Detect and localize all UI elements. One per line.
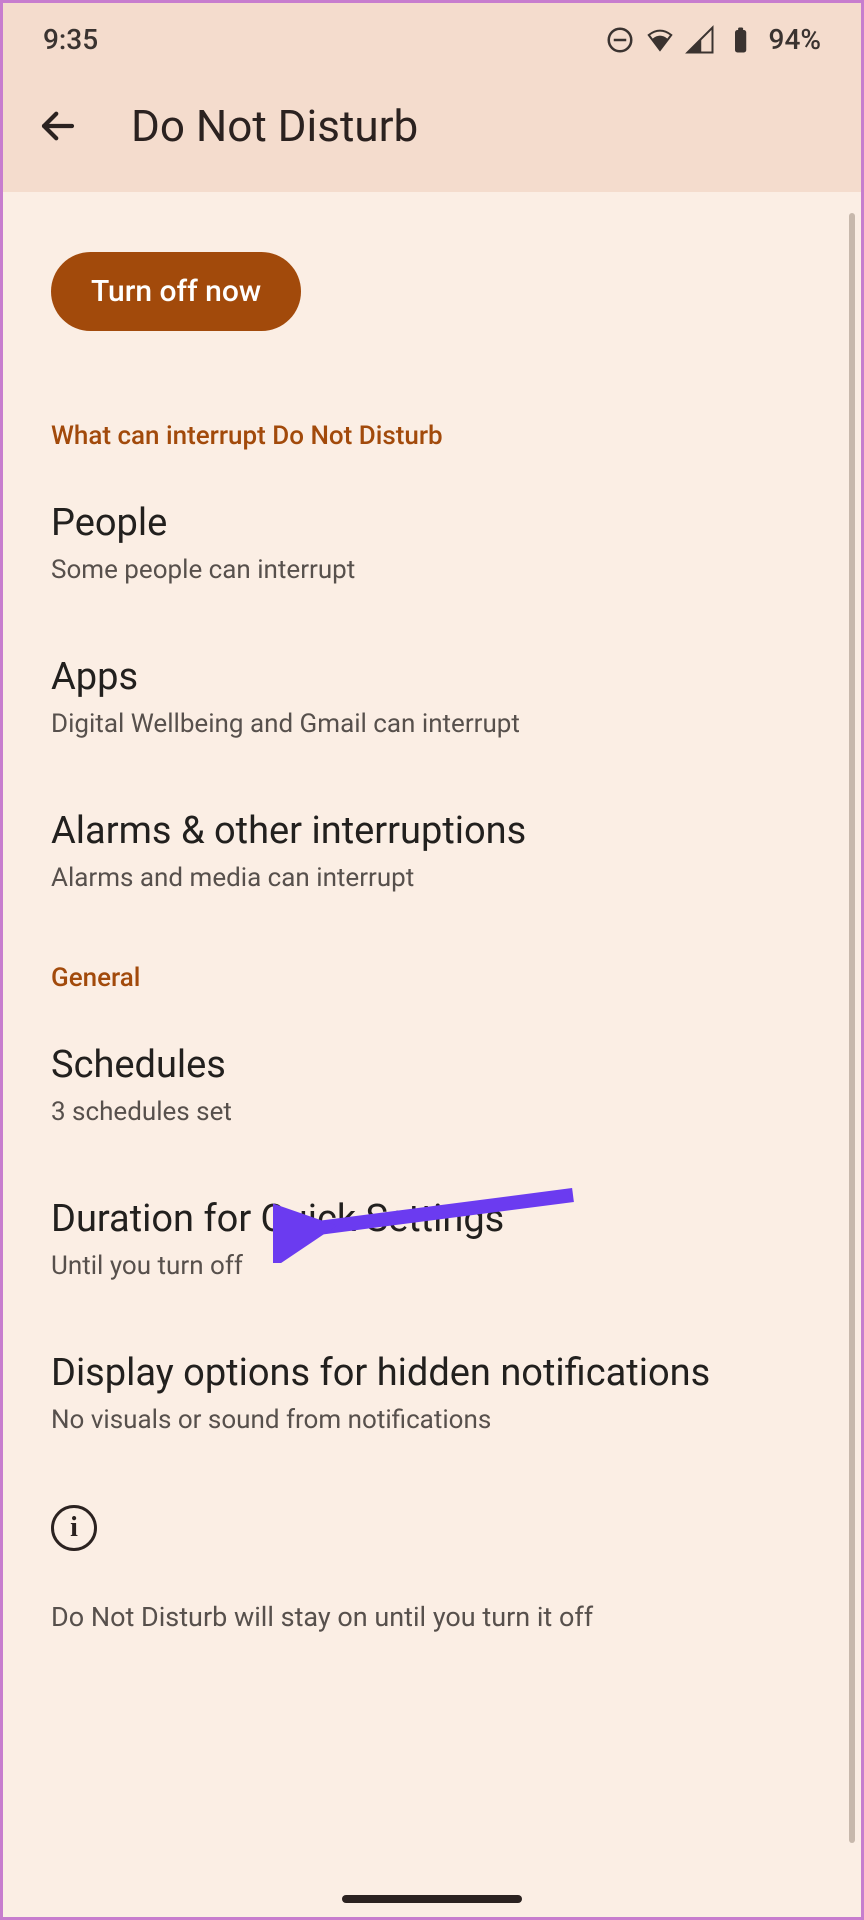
turn-off-now-button[interactable]: Turn off now <box>51 252 301 331</box>
setting-title: Schedules <box>51 1043 813 1087</box>
setting-subtitle: Until you turn off <box>51 1251 813 1281</box>
setting-duration[interactable]: Duration for Quick Settings Until you tu… <box>51 1197 813 1281</box>
wifi-icon <box>645 25 675 55</box>
setting-schedules[interactable]: Schedules 3 schedules set <box>51 1043 813 1127</box>
setting-people[interactable]: People Some people can interrupt <box>51 501 813 585</box>
setting-display-options[interactable]: Display options for hidden notifications… <box>51 1351 813 1435</box>
battery-icon <box>725 25 755 55</box>
dnd-status-row: i Do Not Disturb will stay on until you … <box>51 1505 813 1633</box>
info-icon: i <box>51 1505 97 1551</box>
setting-title: Display options for hidden notifications <box>51 1351 813 1395</box>
status-bar: 9:35 94% <box>3 3 861 70</box>
setting-apps[interactable]: Apps Digital Wellbeing and Gmail can int… <box>51 655 813 739</box>
setting-subtitle: Digital Wellbeing and Gmail can interrup… <box>51 709 813 739</box>
back-button[interactable] <box>33 101 83 151</box>
battery-percent: 94% <box>769 23 821 56</box>
signal-icon <box>685 25 715 55</box>
status-right-cluster: 94% <box>605 23 821 56</box>
section-header-general: General <box>51 963 813 993</box>
app-bar: Do Not Disturb <box>3 70 861 192</box>
setting-title: People <box>51 501 813 545</box>
scrollbar[interactable] <box>849 213 855 1843</box>
dnd-status-text: Do Not Disturb will stay on until you tu… <box>51 1601 813 1633</box>
arrow-left-icon <box>37 105 79 147</box>
dnd-off-icon <box>605 25 635 55</box>
setting-title: Alarms & other interruptions <box>51 809 813 853</box>
setting-title: Duration for Quick Settings <box>51 1197 813 1241</box>
status-time: 9:35 <box>43 23 98 56</box>
navigation-handle[interactable] <box>342 1895 522 1903</box>
settings-content: Turn off now What can interrupt Do Not D… <box>3 192 861 1633</box>
page-title: Do Not Disturb <box>131 100 418 152</box>
setting-subtitle: No visuals or sound from notifications <box>51 1405 813 1435</box>
section-header-interrupt: What can interrupt Do Not Disturb <box>51 421 813 451</box>
setting-subtitle: 3 schedules set <box>51 1097 813 1127</box>
setting-alarms[interactable]: Alarms & other interruptions Alarms and … <box>51 809 813 893</box>
setting-subtitle: Alarms and media can interrupt <box>51 863 813 893</box>
setting-subtitle: Some people can interrupt <box>51 555 813 585</box>
setting-title: Apps <box>51 655 813 699</box>
